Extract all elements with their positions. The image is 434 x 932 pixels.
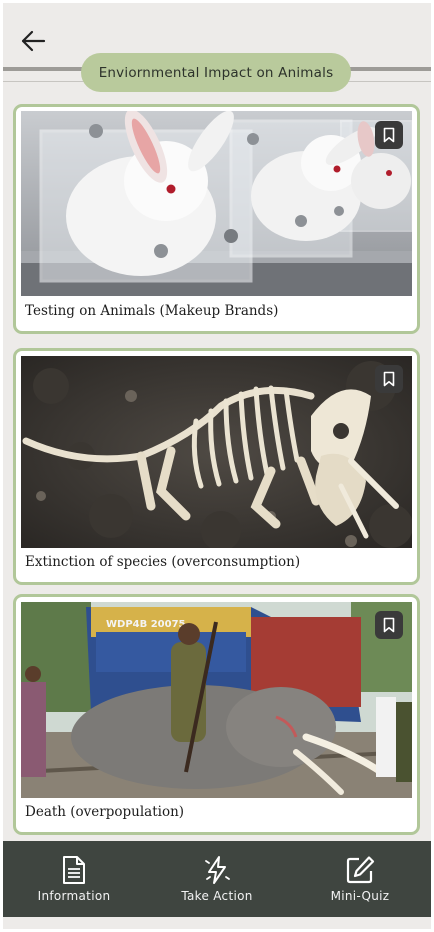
rabbits-testing-image bbox=[21, 111, 412, 296]
nav-information[interactable]: Information bbox=[19, 855, 129, 903]
train-number: WDP4B 20075 bbox=[106, 619, 186, 630]
dinosaur-fossil-image bbox=[21, 356, 412, 548]
bookmark-button[interactable] bbox=[375, 365, 403, 393]
card-title: Death (overpopulation) bbox=[25, 804, 185, 820]
bookmark-button[interactable] bbox=[375, 121, 403, 149]
card-title: Extinction of species (overconsumption) bbox=[25, 554, 301, 570]
bookmark-icon bbox=[383, 371, 395, 387]
page-title: Enviornmental Impact on Animals bbox=[81, 53, 351, 92]
bookmark-button[interactable] bbox=[375, 611, 403, 639]
nav-take-action[interactable]: Take Action bbox=[162, 855, 272, 903]
bookmark-icon bbox=[383, 617, 395, 633]
topic-card-extinction[interactable]: Extinction of species (overconsumption) bbox=[13, 348, 420, 585]
nav-mini-quiz[interactable]: Mini-Quiz bbox=[305, 855, 415, 903]
topic-card-animal-testing[interactable]: Testing on Animals (Makeup Brands) bbox=[13, 104, 420, 334]
bottom-strip bbox=[3, 917, 431, 929]
bookmark-icon bbox=[383, 127, 395, 143]
nav-label: Mini-Quiz bbox=[330, 889, 390, 903]
elephant-train-image: WDP4B 20075 bbox=[21, 602, 412, 798]
lightning-icon bbox=[205, 856, 230, 884]
topic-card-overpopulation[interactable]: WDP4B 20075 Death (overpopulation) bbox=[13, 594, 420, 835]
nav-label: Take Action bbox=[181, 889, 253, 903]
nav-label: Information bbox=[37, 889, 111, 903]
card-title: Testing on Animals (Makeup Brands) bbox=[25, 303, 279, 319]
arrow-left-icon bbox=[21, 30, 46, 52]
document-icon bbox=[63, 856, 85, 884]
edit-icon bbox=[346, 856, 375, 884]
bottom-navigation: Information Take Action Mini-Quiz bbox=[3, 841, 431, 917]
back-button[interactable] bbox=[17, 25, 49, 57]
app-screen: Enviornmental Impact on Animals Testing … bbox=[3, 3, 431, 929]
